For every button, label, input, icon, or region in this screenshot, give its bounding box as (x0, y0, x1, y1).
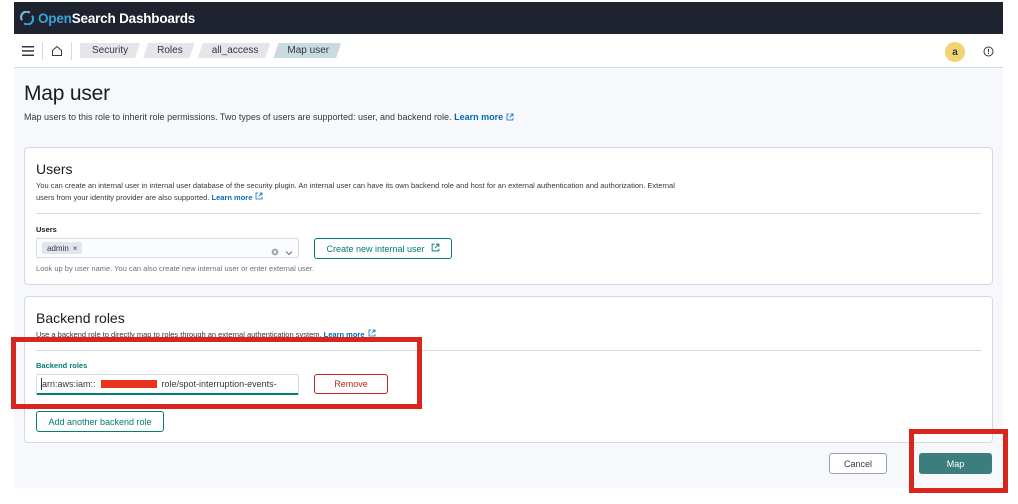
page-description: Map users to this role to inherit role p… (24, 112, 514, 123)
users-help-text: Look up by user name. You can also creat… (36, 264, 315, 273)
divider (36, 213, 981, 214)
breadcrumb: Security Roles all_access Map user (80, 43, 344, 58)
divider (71, 41, 72, 60)
help-icon[interactable] (980, 43, 996, 59)
app-brand[interactable]: OpenSearch Dashboards (38, 11, 195, 26)
remove-token-icon[interactable]: × (73, 244, 78, 253)
page-description-text: Map users to this role to inherit role p… (24, 112, 452, 122)
breadcrumb-roles[interactable]: Roles (143, 43, 195, 58)
create-internal-user-button[interactable]: Create new internal user (314, 238, 452, 259)
page-body: Map user Map users to this role to inher… (14, 68, 1003, 488)
home-icon[interactable] (43, 34, 71, 68)
opensearch-logo-icon (20, 11, 34, 25)
users-learn-more-link[interactable]: Learn more (212, 193, 253, 202)
clear-icon[interactable] (271, 243, 279, 261)
app-header: OpenSearch Dashboards (14, 2, 1003, 34)
backend-roles-title: Backend roles (36, 310, 125, 326)
users-panel-description: You can create an internal user in inter… (36, 180, 776, 204)
external-link-icon (506, 113, 514, 123)
users-description-line2: users from your identity provider are al… (36, 193, 210, 202)
create-internal-user-label: Create new internal user (326, 243, 425, 254)
users-combobox[interactable]: admin × (36, 238, 299, 258)
page-title: Map user (24, 82, 110, 105)
external-link-icon (255, 192, 263, 204)
highlight-box-backend-roles (11, 337, 422, 409)
user-token-admin: admin × (42, 242, 83, 254)
highlight-box-map-button (909, 429, 1008, 493)
cancel-button[interactable]: Cancel (829, 453, 887, 474)
user-token-label: admin (47, 243, 69, 253)
breadcrumb-all-access[interactable]: all_access (198, 43, 271, 58)
breadcrumb-map-user: Map user (273, 43, 341, 58)
breadcrumb-bar: Security Roles all_access Map user a (14, 34, 1003, 68)
add-backend-role-button[interactable]: Add another backend role (36, 411, 164, 432)
external-link-icon (431, 243, 440, 254)
learn-more-link[interactable]: Learn more (454, 112, 503, 122)
chevron-down-icon[interactable] (285, 243, 293, 261)
menu-icon[interactable] (14, 34, 42, 68)
users-description-line1: You can create an internal user in inter… (36, 181, 675, 190)
users-panel-title: Users (36, 161, 73, 177)
app-window: OpenSearch Dashboards Security Roles all… (14, 2, 1003, 488)
breadcrumb-security[interactable]: Security (80, 43, 140, 58)
users-field-label: Users (36, 225, 57, 234)
avatar[interactable]: a (945, 42, 965, 62)
users-panel: Users You can create an internal user in… (24, 147, 993, 285)
